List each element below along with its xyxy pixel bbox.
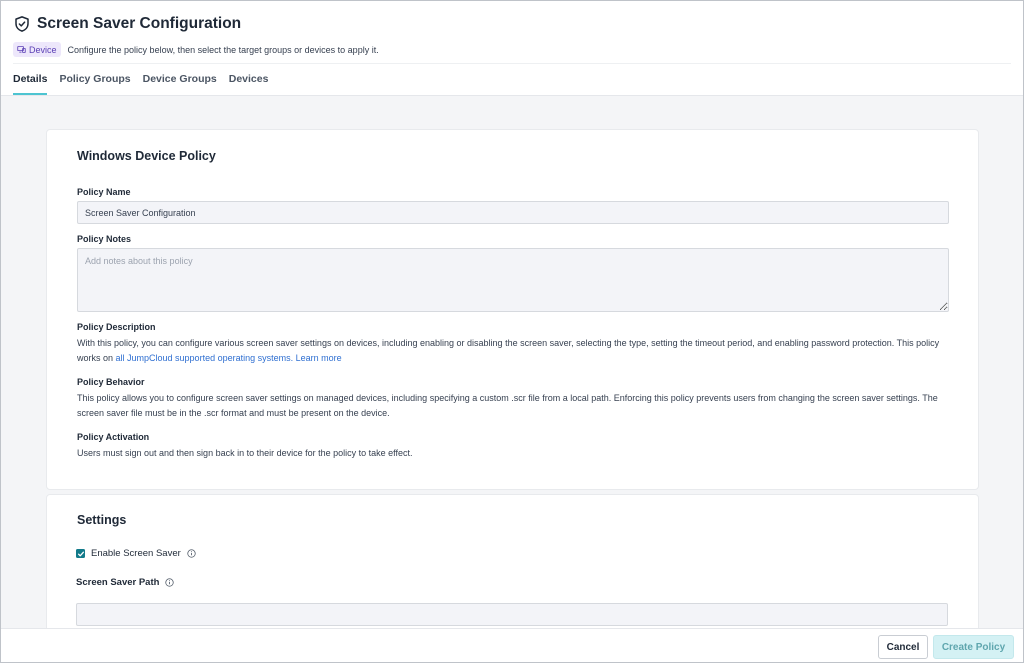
policy-name-label: Policy Name: [77, 187, 131, 197]
tab-details[interactable]: Details: [13, 73, 48, 95]
page-title: Screen Saver Configuration: [37, 15, 242, 32]
screen-saver-path-input[interactable]: [76, 603, 948, 626]
device-icon: [17, 46, 26, 53]
card-title: Windows Device Policy: [77, 149, 216, 163]
create-policy-button[interactable]: Create Policy: [933, 635, 1014, 659]
badge-label: Device: [29, 44, 57, 55]
enable-screen-saver-label: Enable Screen Saver: [91, 548, 181, 559]
page-header: Screen Saver Configuration Device Config…: [1, 1, 1023, 96]
policy-behavior-label: Policy Behavior: [77, 377, 145, 387]
header-divider: [13, 63, 1011, 64]
tab-policy-groups[interactable]: Policy Groups: [59, 73, 130, 95]
title-row: Screen Saver Configuration: [13, 15, 241, 33]
screen-saver-path-row: Screen Saver Path: [76, 577, 175, 588]
info-icon[interactable]: [187, 549, 196, 558]
tab-device-groups[interactable]: Device Groups: [143, 73, 217, 95]
screen-saver-path-label: Screen Saver Path: [76, 577, 160, 588]
policy-description-text: With this policy, you can configure vari…: [77, 336, 952, 365]
policy-activation-label: Policy Activation: [77, 432, 150, 442]
footer-bar: Cancel Create Policy: [1, 628, 1023, 662]
policy-behavior-text: This policy allows you to configure scre…: [77, 393, 938, 418]
content-area[interactable]: Windows Device Policy Policy Name Policy…: [1, 96, 1023, 628]
shield-check-icon: [15, 16, 29, 32]
enable-screen-saver-checkbox[interactable]: [76, 549, 85, 558]
policy-description-label: Policy Description: [77, 322, 156, 332]
policy-notes-textarea[interactable]: [77, 248, 949, 312]
app-window: Screen Saver Configuration Device Config…: [0, 0, 1024, 663]
subtitle-row: Device Configure the policy below, then …: [13, 42, 379, 57]
tab-bar: Details Policy Groups Device Groups Devi…: [13, 73, 280, 95]
learn-more-link[interactable]: Learn more: [296, 353, 342, 363]
tab-devices[interactable]: Devices: [229, 73, 269, 95]
settings-title: Settings: [77, 513, 127, 527]
policy-activation-text: Users must sign out and then sign back i…: [77, 448, 413, 458]
check-icon: [77, 551, 84, 556]
page-subtitle: Configure the policy below, then select …: [67, 44, 379, 55]
info-icon[interactable]: [165, 578, 175, 587]
cancel-button[interactable]: Cancel: [878, 635, 928, 659]
supported-os-link[interactable]: all JumpCloud supported operating system…: [116, 353, 294, 363]
policy-card: Windows Device Policy Policy Name Policy…: [46, 129, 979, 490]
device-badge: Device: [13, 42, 61, 57]
policy-notes-label: Policy Notes: [77, 234, 132, 244]
policy-name-input[interactable]: [77, 201, 949, 224]
enable-screen-saver-row: Enable Screen Saver: [76, 548, 196, 559]
